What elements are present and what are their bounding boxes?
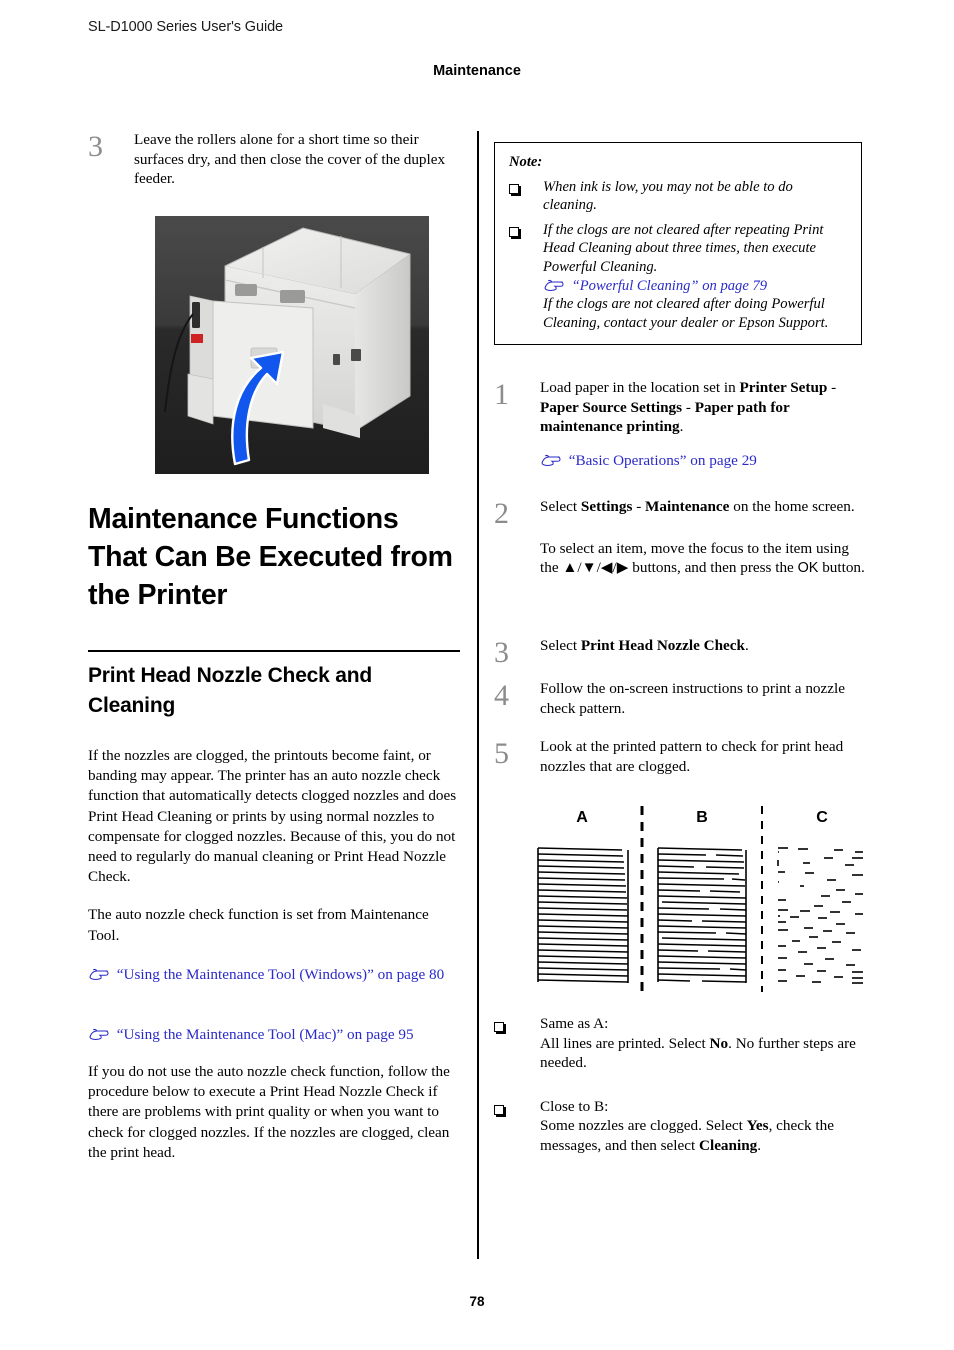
result-same-as-a: Same as A: All lines are printed. Select… <box>494 1014 866 1073</box>
paragraph-manual-procedure: If you do not use the auto nozzle check … <box>88 1063 450 1161</box>
link-maintenance-tool-windows[interactable]: “Using the Maintenance Tool (Windows)” o… <box>88 965 460 985</box>
pointing-hand-icon <box>88 1028 110 1041</box>
pattern-label-a: A <box>576 809 588 826</box>
step-number: 1 <box>494 378 509 411</box>
step-text: Load paper in the location set in Printe… <box>540 379 837 436</box>
step-note-text: To select an item, move the focus to the… <box>540 539 865 577</box>
document-page: SL-D1000 Series User's Guide Maintenance… <box>0 0 954 1350</box>
square-bullet-icon <box>494 1014 540 1038</box>
step-text: Select Print Head Nozzle Check. <box>540 637 749 654</box>
note-text: If the clogs are not cleared after doing… <box>543 296 829 331</box>
pointing-hand-icon <box>540 454 562 467</box>
chapter-title: Maintenance <box>433 63 521 79</box>
step-number: 2 <box>494 497 509 530</box>
note-item-powerful-cleaning: If the clogs are not cleared after repea… <box>509 221 847 333</box>
paragraph-nozzles-clogged: If the nozzles are clogged, the printout… <box>88 747 457 886</box>
pointing-hand-icon <box>88 968 110 981</box>
link-text: “Using the Maintenance Tool (Mac)” on pa… <box>116 1026 414 1043</box>
page-number: 78 <box>469 1294 485 1309</box>
direction-buttons-glyphs: ▲/▼/◀/▶ <box>562 559 629 577</box>
step-number: 3 <box>494 636 509 669</box>
note-title: Note: <box>509 154 543 170</box>
page-title: Maintenance Functions That Can Be Execut… <box>88 503 453 611</box>
note-text: When ink is low, you may not be able to … <box>543 178 793 214</box>
step-text: Select Settings - Maintenance on the hom… <box>540 498 855 515</box>
link-text: “Powerful Cleaning” on page 79 <box>571 277 768 294</box>
note-text: If the clogs are not cleared after repea… <box>543 221 824 275</box>
step-3: 3 Leave the rollers alone for a short ti… <box>88 130 460 189</box>
printer-photo <box>155 216 429 474</box>
link-powerful-cleaning[interactable]: “Powerful Cleaning” on page 79 <box>543 277 847 296</box>
step-text: Look at the printed pattern to check for… <box>540 738 844 775</box>
step-1: 1 Load paper in the location set in Prin… <box>494 378 866 471</box>
pattern-label-b: B <box>696 809 708 826</box>
result-text: All lines are printed. Select No. No fur… <box>540 1034 856 1072</box>
result-close-to-b: Close to B: Some nozzles are clogged. Se… <box>494 1097 866 1156</box>
step-4: 4 Follow the on-screen instructions to p… <box>494 679 866 718</box>
section-title: Print Head Nozzle Check and Cleaning <box>88 664 372 717</box>
result-title: Close to B: <box>540 1097 609 1115</box>
square-bullet-icon <box>509 178 543 200</box>
step-number: 5 <box>494 737 509 770</box>
column-divider <box>477 131 479 1259</box>
guide-title: SL-D1000 Series User's Guide <box>88 19 284 35</box>
note-box: Note: When ink is low, you may not be ab… <box>494 142 862 346</box>
step-5: 5 Look at the printed pattern to check f… <box>494 737 866 776</box>
result-text: Some nozzles are clogged. Select Yes, ch… <box>540 1117 834 1154</box>
link-text: “Using the Maintenance Tool (Windows)” o… <box>116 966 445 983</box>
nozzle-result-list: Same as A: All lines are printed. Select… <box>494 1014 866 1156</box>
step-number: 3 <box>88 130 103 163</box>
step-number: 4 <box>494 679 509 712</box>
step-text: Follow the on-screen instructions to pri… <box>540 680 845 717</box>
link-maintenance-tool-mac[interactable]: “Using the Maintenance Tool (Mac)” on pa… <box>88 1025 460 1045</box>
square-bullet-icon <box>509 221 543 243</box>
note-item-ink-low: When ink is low, you may not be able to … <box>509 178 847 215</box>
square-bullet-icon <box>494 1097 540 1121</box>
link-text: “Basic Operations” on page 29 <box>568 451 757 469</box>
paragraph-auto-nozzle-check: The auto nozzle check function is set fr… <box>88 906 429 944</box>
left-column: 3 Leave the rollers alone for a short ti… <box>88 130 460 189</box>
pattern-label-c: C <box>816 809 828 826</box>
step-3-right: 3 Select Print Head Nozzle Check. <box>494 636 866 668</box>
step-text: Leave the rollers alone for a short time… <box>134 131 446 188</box>
link-basic-operations[interactable]: “Basic Operations” on page 29 <box>540 451 866 471</box>
ok-button-label: OK <box>797 560 819 577</box>
intro-paragraphs: If the nozzles are clogged, the printout… <box>88 746 460 946</box>
section-rule <box>88 650 460 653</box>
step-2: 2 Select Settings - Maintenance on the h… <box>494 497 866 579</box>
nozzle-check-pattern-figure: A B C <box>534 800 864 1005</box>
pointing-hand-icon <box>543 279 565 292</box>
result-title: Same as A: <box>540 1015 609 1032</box>
